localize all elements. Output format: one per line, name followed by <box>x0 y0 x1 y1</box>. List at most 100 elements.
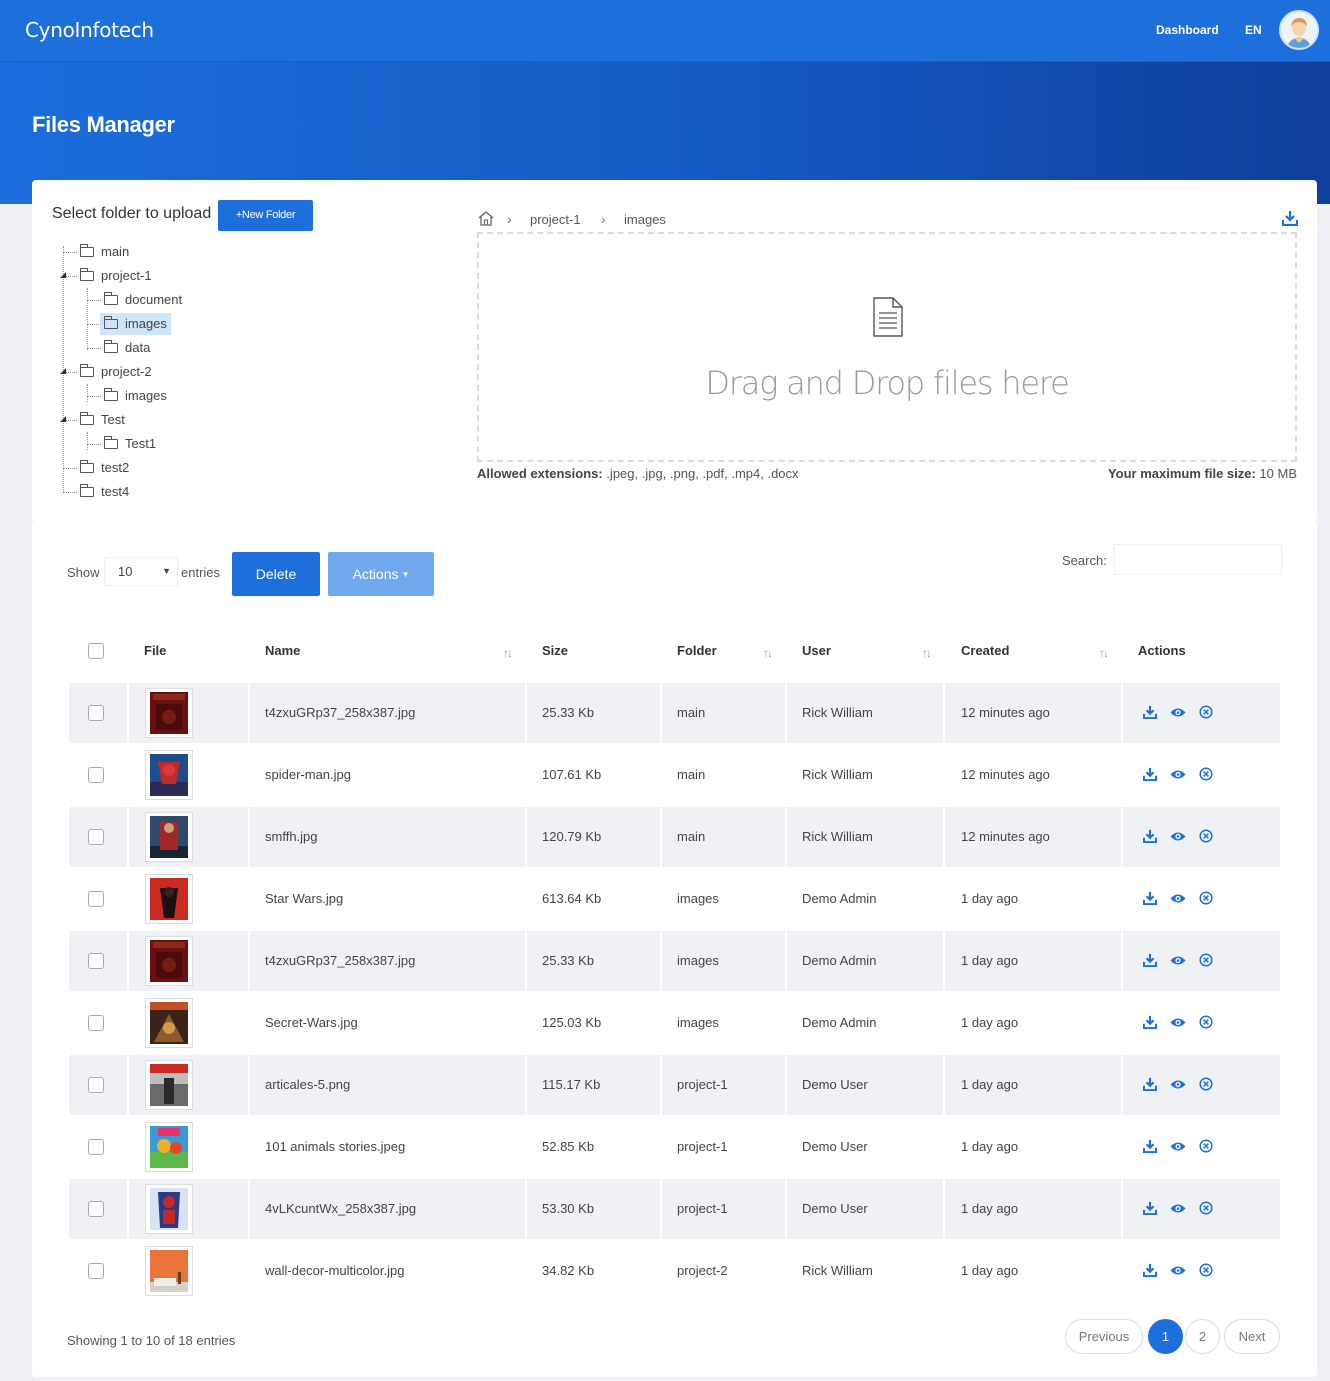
delete-circle-icon[interactable] <box>1199 1201 1213 1215</box>
download-icon[interactable] <box>1143 1015 1157 1029</box>
column-header-name[interactable]: Name <box>265 643 300 658</box>
row-checkbox[interactable] <box>88 1015 104 1031</box>
row-checkbox[interactable] <box>88 1263 104 1279</box>
row-checkbox[interactable] <box>88 1201 104 1217</box>
new-folder-button[interactable]: +New Folder <box>218 200 313 231</box>
eye-icon[interactable] <box>1170 831 1186 842</box>
pagination-previous[interactable]: Previous <box>1065 1319 1143 1354</box>
table-row[interactable]: wall-decor-multicolor.jpg 34.82 Kb project… <box>69 1241 1280 1301</box>
download-icon[interactable] <box>1143 1201 1157 1215</box>
download-icon[interactable] <box>1143 1077 1157 1091</box>
file-thumbnail[interactable] <box>145 1060 193 1110</box>
table-row[interactable]: smffh.jpg 120.79 Kb main Rick William 12 min… <box>69 807 1280 867</box>
eye-icon[interactable] <box>1170 893 1186 904</box>
file-thumbnail[interactable] <box>145 688 193 738</box>
table-row[interactable]: t4zxuGRp37_258x387.jpg 25.33 Kb images Demo… <box>69 931 1280 991</box>
column-header-user[interactable]: User <box>802 643 831 658</box>
download-icon[interactable] <box>1282 210 1298 226</box>
pagination-page-2[interactable]: 2 <box>1185 1319 1220 1354</box>
sort-icon[interactable]: ↑↓ <box>922 646 932 660</box>
language-selector[interactable]: EN <box>1245 23 1262 37</box>
file-dropzone[interactable]: Drag and Drop files here <box>477 232 1297 462</box>
table-row[interactable]: Secret-Wars.jpg 125.03 Kb images Demo Admin… <box>69 993 1280 1053</box>
breadcrumb-item[interactable]: images <box>624 212 666 227</box>
column-header-folder[interactable]: Folder <box>677 643 717 658</box>
row-checkbox[interactable] <box>88 1139 104 1155</box>
tree-folder-project-2[interactable]: project-2 <box>80 361 156 383</box>
tree-folder-main[interactable]: main <box>80 241 133 263</box>
collapse-caret-icon[interactable]: ◢ <box>60 366 66 375</box>
row-checkbox[interactable] <box>88 705 104 721</box>
home-icon[interactable] <box>477 210 495 226</box>
delete-circle-icon[interactable] <box>1199 1077 1213 1091</box>
page-size-select[interactable]: 10 ▼ <box>104 557 178 586</box>
pagination-page-1[interactable]: 1 <box>1148 1319 1183 1354</box>
file-thumbnail[interactable] <box>145 998 193 1048</box>
download-icon[interactable] <box>1143 953 1157 967</box>
tree-folder-test1[interactable]: Test1 <box>104 433 160 455</box>
eye-icon[interactable] <box>1170 769 1186 780</box>
file-thumbnail[interactable] <box>145 750 193 800</box>
eye-icon[interactable] <box>1170 707 1186 718</box>
row-checkbox[interactable] <box>88 829 104 845</box>
download-icon[interactable] <box>1143 1263 1157 1277</box>
row-checkbox[interactable] <box>88 767 104 783</box>
download-icon[interactable] <box>1143 1139 1157 1153</box>
file-thumbnail[interactable] <box>145 1184 193 1234</box>
search-input[interactable] <box>1114 544 1282 575</box>
file-thumbnail[interactable] <box>145 1122 193 1172</box>
delete-circle-icon[interactable] <box>1199 767 1213 781</box>
sort-icon[interactable]: ↑↓ <box>503 646 513 660</box>
tree-folder-test[interactable]: Test <box>80 409 129 431</box>
avatar[interactable] <box>1279 10 1319 50</box>
eye-icon[interactable] <box>1170 1017 1186 1028</box>
eye-icon[interactable] <box>1170 1141 1186 1152</box>
pagination-next[interactable]: Next <box>1224 1319 1280 1354</box>
tree-folder-test2[interactable]: test2 <box>80 457 133 479</box>
download-icon[interactable] <box>1143 829 1157 843</box>
eye-icon[interactable] <box>1170 955 1186 966</box>
delete-circle-icon[interactable] <box>1199 829 1213 843</box>
delete-button[interactable]: Delete <box>232 552 320 596</box>
eye-icon[interactable] <box>1170 1203 1186 1214</box>
column-header-created[interactable]: Created <box>961 643 1009 658</box>
tree-folder-images[interactable]: images <box>104 385 171 407</box>
collapse-caret-icon[interactable]: ◢ <box>60 414 66 423</box>
delete-circle-icon[interactable] <box>1199 953 1213 967</box>
delete-circle-icon[interactable] <box>1199 1015 1213 1029</box>
sort-icon[interactable]: ↑↓ <box>1099 646 1109 660</box>
row-checkbox[interactable] <box>88 1077 104 1093</box>
file-thumbnail[interactable] <box>145 936 193 986</box>
table-row[interactable]: Star Wars.jpg 613.64 Kb images Demo Admin 1 … <box>69 869 1280 929</box>
nav-dashboard-link[interactable]: Dashboard <box>1156 23 1219 37</box>
table-row[interactable]: 4vLKcuntWx_258x387.jpg 53.30 Kb project-1 D… <box>69 1179 1280 1239</box>
download-icon[interactable] <box>1143 705 1157 719</box>
tree-folder-project-1[interactable]: project-1 <box>80 265 156 287</box>
delete-circle-icon[interactable] <box>1199 705 1213 719</box>
select-all-checkbox[interactable] <box>88 643 104 659</box>
breadcrumb-item[interactable]: project-1 <box>530 212 581 227</box>
tree-folder-data[interactable]: data <box>104 337 154 359</box>
eye-icon[interactable] <box>1170 1079 1186 1090</box>
table-row[interactable]: t4zxuGRp37_258x387.jpg 25.33 Kb main Rick W… <box>69 683 1280 743</box>
file-thumbnail[interactable] <box>145 1246 193 1296</box>
download-icon[interactable] <box>1143 767 1157 781</box>
tree-folder-document[interactable]: document <box>104 289 186 311</box>
table-row[interactable]: articales-5.png 115.17 Kb project-1 Demo Us… <box>69 1055 1280 1115</box>
sort-icon[interactable]: ↑↓ <box>763 646 773 660</box>
tree-folder-images-selected[interactable]: images <box>100 313 171 335</box>
row-checkbox[interactable] <box>88 891 104 907</box>
column-header-size[interactable]: Size <box>542 643 568 658</box>
file-thumbnail[interactable] <box>145 812 193 862</box>
collapse-caret-icon[interactable]: ◢ <box>60 270 66 279</box>
row-checkbox[interactable] <box>88 953 104 969</box>
delete-circle-icon[interactable] <box>1199 891 1213 905</box>
eye-icon[interactable] <box>1170 1265 1186 1276</box>
actions-dropdown-button[interactable]: Actions ▼ <box>328 552 434 596</box>
brand-logo[interactable]: CynoInfotech <box>25 18 154 42</box>
delete-circle-icon[interactable] <box>1199 1263 1213 1277</box>
tree-folder-test4[interactable]: test4 <box>80 481 133 503</box>
delete-circle-icon[interactable] <box>1199 1139 1213 1153</box>
table-row[interactable]: spider-man.jpg 107.61 Kb main Rick William 1… <box>69 745 1280 805</box>
download-icon[interactable] <box>1143 891 1157 905</box>
